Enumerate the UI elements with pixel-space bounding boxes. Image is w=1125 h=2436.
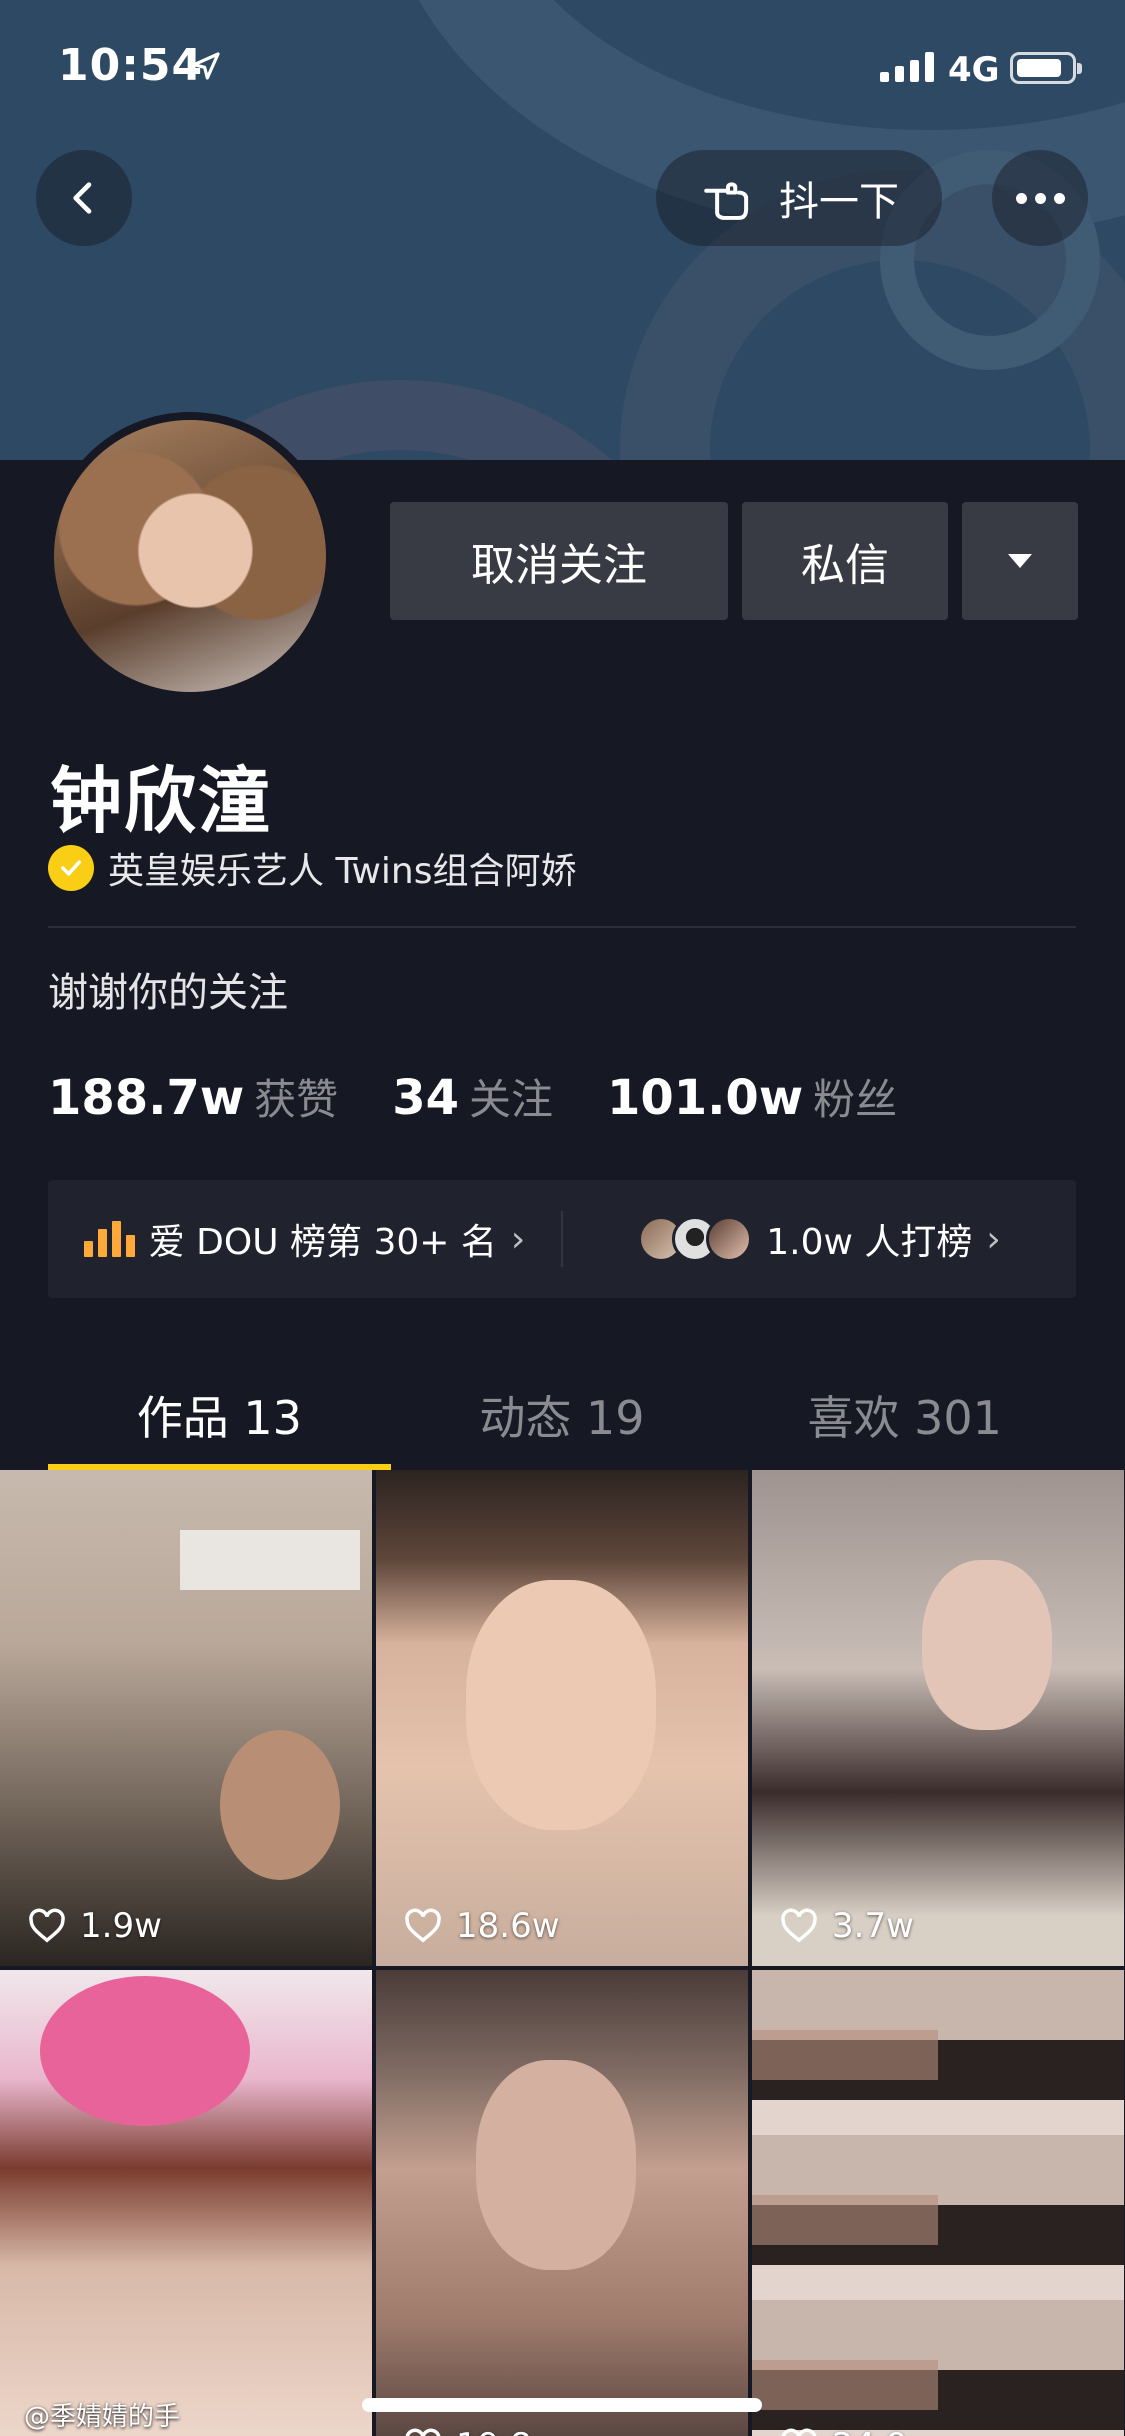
message-button[interactable]: 私信 xyxy=(742,502,948,620)
more-options-button[interactable] xyxy=(992,150,1088,246)
recommend-dropdown-button[interactable] xyxy=(962,502,1078,620)
stat-value: 101.0w xyxy=(607,1070,804,1126)
like-count-text: 19.8w xyxy=(456,2426,560,2436)
chevron-right-icon: › xyxy=(510,1218,526,1260)
verified-check-icon xyxy=(48,845,94,891)
like-count-text: 1.9w xyxy=(80,1906,162,1946)
profile-tabs: 作品 13 动态 19 喜欢 301 xyxy=(48,1370,1076,1470)
chevron-left-icon xyxy=(73,182,92,214)
stat-label: 获赞 xyxy=(254,1075,339,1124)
dou-rank-link[interactable]: 爱 DOU 榜第 30+ 名 › xyxy=(48,1213,561,1265)
back-button[interactable] xyxy=(36,150,132,246)
avatar-image xyxy=(54,420,326,692)
like-count-text: 18.6w xyxy=(456,1906,560,1946)
like-count: 3.7w xyxy=(780,1906,914,1946)
video-thumbnail[interactable]: 1.9w xyxy=(0,1470,372,1966)
unfollow-button[interactable]: 取消关注 xyxy=(390,502,728,620)
avatar xyxy=(706,1216,753,1262)
caret-down-icon xyxy=(1008,554,1032,568)
stat-likes: 188.7w 获赞 xyxy=(48,1066,338,1127)
supporter-avatars xyxy=(638,1216,753,1262)
profile-stats: 188.7w 获赞 34 关注 101.0w 粉丝 xyxy=(48,1066,897,1127)
profile-signature: 谢谢你的关注 xyxy=(48,970,288,1016)
like-count: 24.9w xyxy=(780,2426,936,2436)
status-bar: 10:54 4G xyxy=(0,0,1125,140)
stat-value: 188.7w xyxy=(48,1070,245,1126)
heart-icon xyxy=(405,1908,441,1943)
stat-value: 34 xyxy=(392,1070,459,1126)
battery-icon xyxy=(1010,52,1082,84)
pointing-hand-icon xyxy=(704,182,749,220)
profile-actions: 取消关注 私信 xyxy=(390,502,1078,620)
supporters-text: 1.0w 人打榜 xyxy=(766,1222,973,1263)
heart-icon xyxy=(405,2428,441,2436)
home-indicator[interactable] xyxy=(362,2398,762,2412)
video-thumbnail[interactable]: 18.6w xyxy=(376,1470,748,1966)
stat-following[interactable]: 34 关注 xyxy=(392,1066,553,1127)
divider xyxy=(48,926,1076,928)
like-count: 19.8w xyxy=(404,2426,560,2436)
heart-icon xyxy=(29,1908,65,1943)
video-grid: 1.9w 18.6w 3.7w 19.8w 24.9w xyxy=(0,1470,1125,2436)
verification-row: 英皇娱乐艺人 Twins组合阿娇 xyxy=(48,842,577,894)
avatar[interactable] xyxy=(46,412,334,700)
like-count: 18.6w xyxy=(404,1906,560,1946)
supporters-link[interactable]: 1.0w 人打榜 › xyxy=(563,1213,1076,1265)
profile-name: 钟欣潼 xyxy=(50,759,273,843)
heart-icon xyxy=(781,1908,817,1943)
bar-chart-icon xyxy=(83,1221,135,1257)
like-count-text: 24.9w xyxy=(832,2426,936,2436)
stat-followers[interactable]: 101.0w 粉丝 xyxy=(607,1066,897,1127)
dou-rank-bar: 爱 DOU 榜第 30+ 名 › 1.0w 人打榜 › xyxy=(48,1180,1076,1298)
like-count: 1.9w xyxy=(28,1906,162,1946)
chevron-right-icon: › xyxy=(986,1218,1001,1260)
like-count-text: 3.7w xyxy=(832,1906,914,1946)
status-time: 10:54 xyxy=(58,40,204,91)
video-thumbnail[interactable]: 3.7w xyxy=(752,1470,1124,1966)
signal-icon xyxy=(880,52,934,82)
video-thumbnail[interactable]: 24.9w xyxy=(752,1970,1124,2436)
stat-label: 关注 xyxy=(468,1075,553,1124)
network-type: 4G xyxy=(948,50,1000,90)
heart-icon xyxy=(781,2428,817,2436)
shake-button[interactable]: 抖一下 xyxy=(656,150,942,246)
stat-label: 粉丝 xyxy=(813,1075,898,1124)
more-dots-icon xyxy=(1015,192,1065,204)
location-arrow-icon xyxy=(192,52,220,80)
dou-rank-text: 爱 DOU 榜第 30+ 名 xyxy=(148,1222,497,1263)
verification-text: 英皇娱乐艺人 Twins组合阿娇 xyxy=(108,851,577,892)
video-thumbnail[interactable]: 19.8w xyxy=(376,1970,748,2436)
tab-likes[interactable]: 喜欢 301 xyxy=(733,1370,1076,1470)
tab-activity[interactable]: 动态 19 xyxy=(391,1370,734,1470)
watermark-text: @季婧婧的手 xyxy=(24,2402,181,2432)
shake-label: 抖一下 xyxy=(779,179,899,225)
video-thumbnail[interactable] xyxy=(0,1970,372,2436)
tab-works[interactable]: 作品 13 xyxy=(48,1370,391,1470)
